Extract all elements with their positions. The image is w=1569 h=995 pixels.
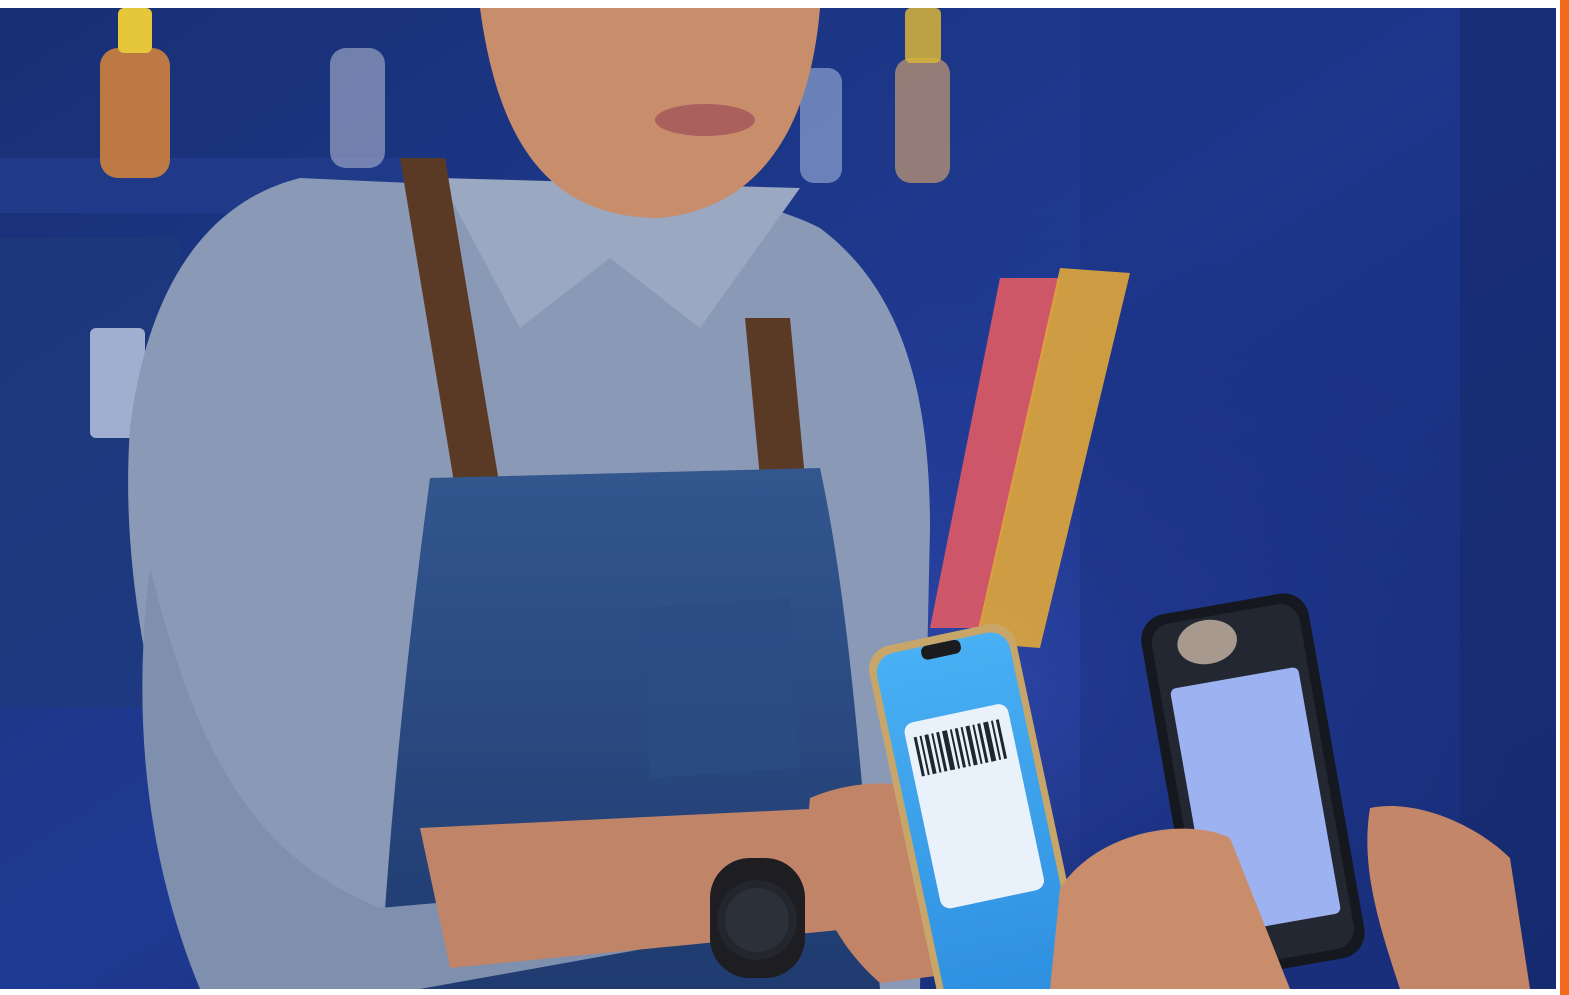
photo-illustration: [0, 8, 1556, 989]
person-mouth: [655, 104, 755, 136]
accent-bar: [1560, 0, 1569, 995]
apron-pocket: [640, 598, 800, 778]
page: [0, 0, 1569, 995]
hero-photo: [0, 8, 1556, 989]
bottle-center: [330, 48, 385, 168]
wristwatch: [710, 858, 805, 978]
